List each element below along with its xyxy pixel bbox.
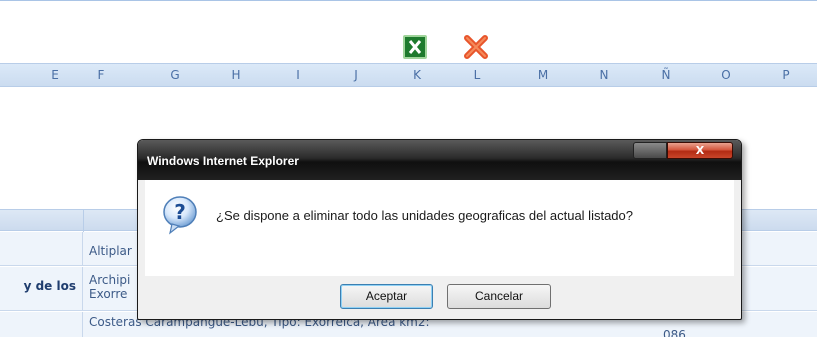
- row-label-cell: y de los: [0, 267, 83, 310]
- row-label: y de los: [23, 279, 76, 293]
- column-letter: P: [782, 68, 790, 82]
- column-letter: F: [97, 68, 105, 82]
- column-letter-strip: E F G H I J K L M N Ñ O P: [0, 63, 817, 87]
- row-label-cell: [0, 312, 83, 337]
- dialog-button-area: Aceptar Cancelar: [145, 276, 734, 314]
- column-letter: G: [170, 68, 180, 82]
- close-button[interactable]: X: [667, 142, 733, 159]
- page-frame: E F G H I J K L M N Ñ O P Altiplar y de …: [0, 0, 817, 337]
- delete-icon[interactable]: [463, 34, 489, 60]
- row-number: 086: [663, 328, 686, 337]
- dialog-body: ? ¿Se dispone a eliminar todo las unidad…: [145, 180, 734, 314]
- svg-text:?: ?: [174, 200, 186, 224]
- column-letter: O: [721, 68, 731, 82]
- column-letter: L: [473, 68, 481, 82]
- column-letter: M: [537, 68, 549, 82]
- column-letter: I: [296, 68, 300, 82]
- dialog-titlebar[interactable]: Windows Internet Explorer X: [138, 140, 741, 180]
- column-letter: H: [231, 68, 241, 82]
- row-text: Altiplar: [89, 244, 132, 258]
- row-label-cell: [0, 232, 83, 265]
- header-separator: [83, 210, 84, 232]
- cancel-button[interactable]: Cancelar: [447, 284, 551, 309]
- dialog-message: ¿Se dispone a eliminar todo las unidades…: [216, 208, 633, 223]
- column-letter: J: [354, 68, 358, 82]
- column-letter: N: [599, 68, 609, 82]
- confirm-dialog: Windows Internet Explorer X ? ¿Se dispon…: [137, 139, 742, 320]
- column-letter: Ñ: [661, 68, 671, 82]
- question-icon: ?: [162, 195, 198, 235]
- excel-export-icon[interactable]: [403, 35, 427, 59]
- column-letter: E: [51, 68, 59, 82]
- dialog-title: Windows Internet Explorer: [147, 154, 299, 168]
- column-letter: K: [413, 68, 421, 82]
- accept-button[interactable]: Aceptar: [340, 284, 433, 309]
- row-text: Archipi Exorre: [89, 273, 131, 301]
- titlebar-button-inactive: [633, 142, 667, 159]
